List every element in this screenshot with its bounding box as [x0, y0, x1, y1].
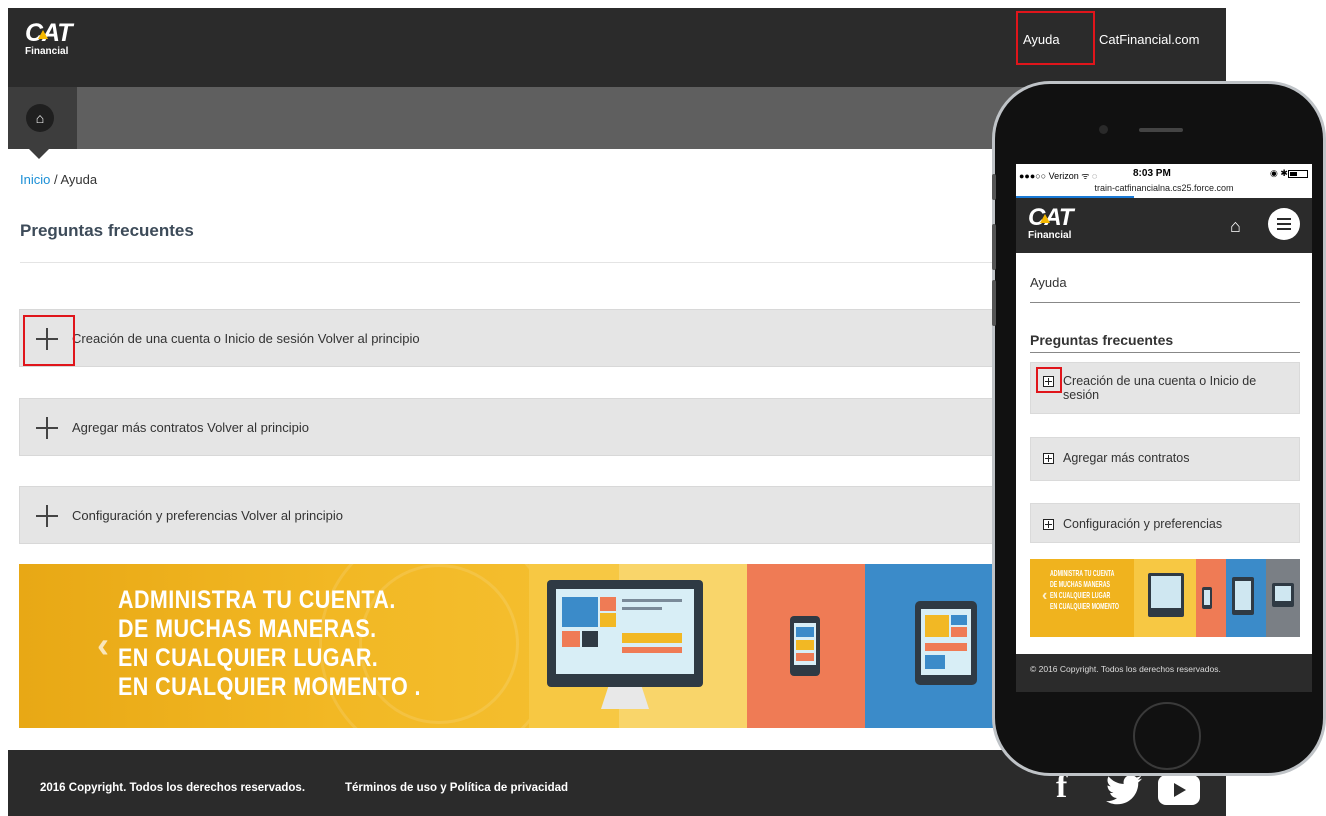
twitter-icon[interactable] [1105, 775, 1143, 805]
mobile-page-title: Preguntas frecuentes [1030, 332, 1174, 348]
mobile-cat-logo[interactable]: CAT Financial [1028, 204, 1074, 241]
banner-line: ADMINISTRA TU CUENTA. [118, 586, 396, 614]
home-icon[interactable]: ⌂ [1230, 216, 1241, 237]
status-time: 8:03 PM [1133, 168, 1171, 179]
phone-speaker [1139, 128, 1183, 132]
highlight-box-expand [23, 315, 75, 366]
breadcrumb-current: Ayuda [60, 172, 98, 187]
accordion-settings-preferences[interactable]: Configuración y preferencias Volver al p… [19, 486, 1029, 544]
plus-box-icon[interactable] [1043, 453, 1054, 464]
breadcrumb-separator: / [50, 172, 61, 187]
banner-prev-arrow[interactable]: ‹ [1042, 587, 1047, 605]
accordion-add-contracts[interactable]: Agregar más contratos Volver al principi… [19, 398, 1029, 456]
logo-subtitle: Financial [1028, 230, 1072, 241]
banner-line: ADMINISTRA TU CUENTA [1050, 568, 1115, 578]
mobile-banner-headline: ADMINISTRA TU CUENTA DE MUCHAS MANERAS E… [1050, 568, 1119, 612]
hamburger-menu-icon[interactable] [1268, 208, 1300, 240]
tablet-illustration [915, 601, 977, 685]
status-icons: ◉ ✱ [1270, 168, 1288, 178]
accordion-label[interactable]: Creación de una cuenta o Inicio de sesió… [72, 331, 420, 346]
banner-line: DE MUCHAS MANERAS [1050, 579, 1111, 589]
cat-financial-logo[interactable]: CAT Financial [25, 19, 73, 57]
phone-home-button [1133, 702, 1201, 770]
banner-line: EN CUALQUIER LUGAR [1050, 590, 1111, 600]
phone-volume-up-button [992, 224, 996, 270]
page-title: Preguntas frecuentes [20, 221, 194, 240]
accordion-label[interactable]: Agregar más contratos Volver al principi… [72, 420, 309, 435]
mobile-divider [1030, 352, 1300, 353]
accordion-label[interactable]: Creación de una cuenta o Inicio de sesió… [1063, 374, 1295, 402]
monitor-stand [601, 687, 649, 709]
mobile-promo-banner[interactable]: ‹ ADMINISTRA TU CUENTA DE MUCHAS MANERAS… [1030, 559, 1300, 637]
title-divider [20, 262, 1020, 263]
tablet-illustration [1232, 577, 1254, 615]
plus-icon[interactable] [36, 505, 58, 527]
home-tab[interactable]: ⌂ [8, 87, 77, 149]
mobile-divider [1030, 302, 1300, 303]
promo-banner[interactable]: ‹ ADMINISTRA TU CUENTA. DE MUCHAS MANERA… [19, 564, 1029, 728]
catfinancial-link[interactable]: CatFinancial.com [1099, 32, 1199, 47]
logo-subtitle: Financial [25, 46, 69, 57]
banner-line: EN CUALQUIER LUGAR. [118, 644, 379, 672]
mobile-footer-copyright: © 2016 Copyright. Todos los derechos res… [1030, 664, 1221, 674]
battery-icon [1288, 170, 1308, 178]
accordion-account-login[interactable]: Creación de una cuenta o Inicio de sesió… [19, 309, 1029, 367]
youtube-icon[interactable] [1158, 775, 1200, 805]
mobile-accordion-account-login[interactable]: Creación de una cuenta o Inicio de sesió… [1030, 362, 1300, 414]
phone-camera [1099, 125, 1108, 134]
banner-prev-arrow[interactable]: ‹ [97, 624, 109, 666]
mobile-breadcrumb: Ayuda [1030, 275, 1067, 290]
footer-terms-link[interactable]: Términos de uso y Política de privacidad [345, 782, 568, 794]
mobile-accordion-add-contracts[interactable]: Agregar más contratos [1030, 437, 1300, 481]
logo-word: CAT [1028, 204, 1074, 231]
mobile-footer: © 2016 Copyright. Todos los derechos res… [1016, 654, 1312, 692]
mobile-accordion-settings[interactable]: Configuración y preferencias [1030, 503, 1300, 543]
breadcrumb-home-link[interactable]: Inicio [20, 172, 50, 187]
status-url: train-catfinancialna.cs25.force.com [1094, 183, 1234, 193]
banner-headline: ADMINISTRA TU CUENTA. DE MUCHAS MANERAS.… [118, 586, 421, 702]
monitor-illustration [1148, 573, 1184, 617]
footer-copyright: 2016 Copyright. Todos los derechos reser… [40, 782, 306, 794]
mobile-status-bar: ●●●○○ Verizon ᯤ ◌ 8:03 PM ◉ ✱ train-catf… [1016, 164, 1312, 198]
phone-illustration [1202, 587, 1212, 609]
laptop-illustration [1272, 583, 1294, 607]
plus-box-icon[interactable] [1043, 519, 1054, 530]
accordion-label[interactable]: Agregar más contratos [1063, 451, 1189, 465]
status-carrier: ●●●○○ Verizon ᯤ ◌ [1019, 171, 1098, 181]
breadcrumb: Inicio / Ayuda [20, 172, 97, 187]
phone-mute-button [992, 174, 996, 200]
highlight-box-help [1016, 11, 1095, 65]
accordion-label[interactable]: Configuración y preferencias [1063, 517, 1222, 531]
highlight-box-mobile-expand [1036, 367, 1062, 393]
phone-screen: ●●●○○ Verizon ᯤ ◌ 8:03 PM ◉ ✱ train-catf… [1016, 164, 1312, 692]
plus-icon[interactable] [36, 417, 58, 439]
banner-line: DE MUCHAS MANERAS. [118, 615, 377, 643]
phone-illustration [790, 616, 820, 676]
accordion-label[interactable]: Configuración y preferencias Volver al p… [72, 508, 343, 523]
logo-word: CAT [25, 19, 73, 47]
home-tab-pointer [29, 149, 49, 159]
mobile-header: CAT Financial ⌂ [1016, 198, 1312, 253]
monitor-illustration [547, 580, 703, 687]
phone-volume-down-button [992, 280, 996, 326]
banner-line: EN CUALQUIER MOMENTO . [118, 673, 421, 701]
banner-line: EN CUALQUIER MOMENTO [1050, 601, 1120, 611]
home-icon[interactable]: ⌂ [26, 104, 54, 132]
